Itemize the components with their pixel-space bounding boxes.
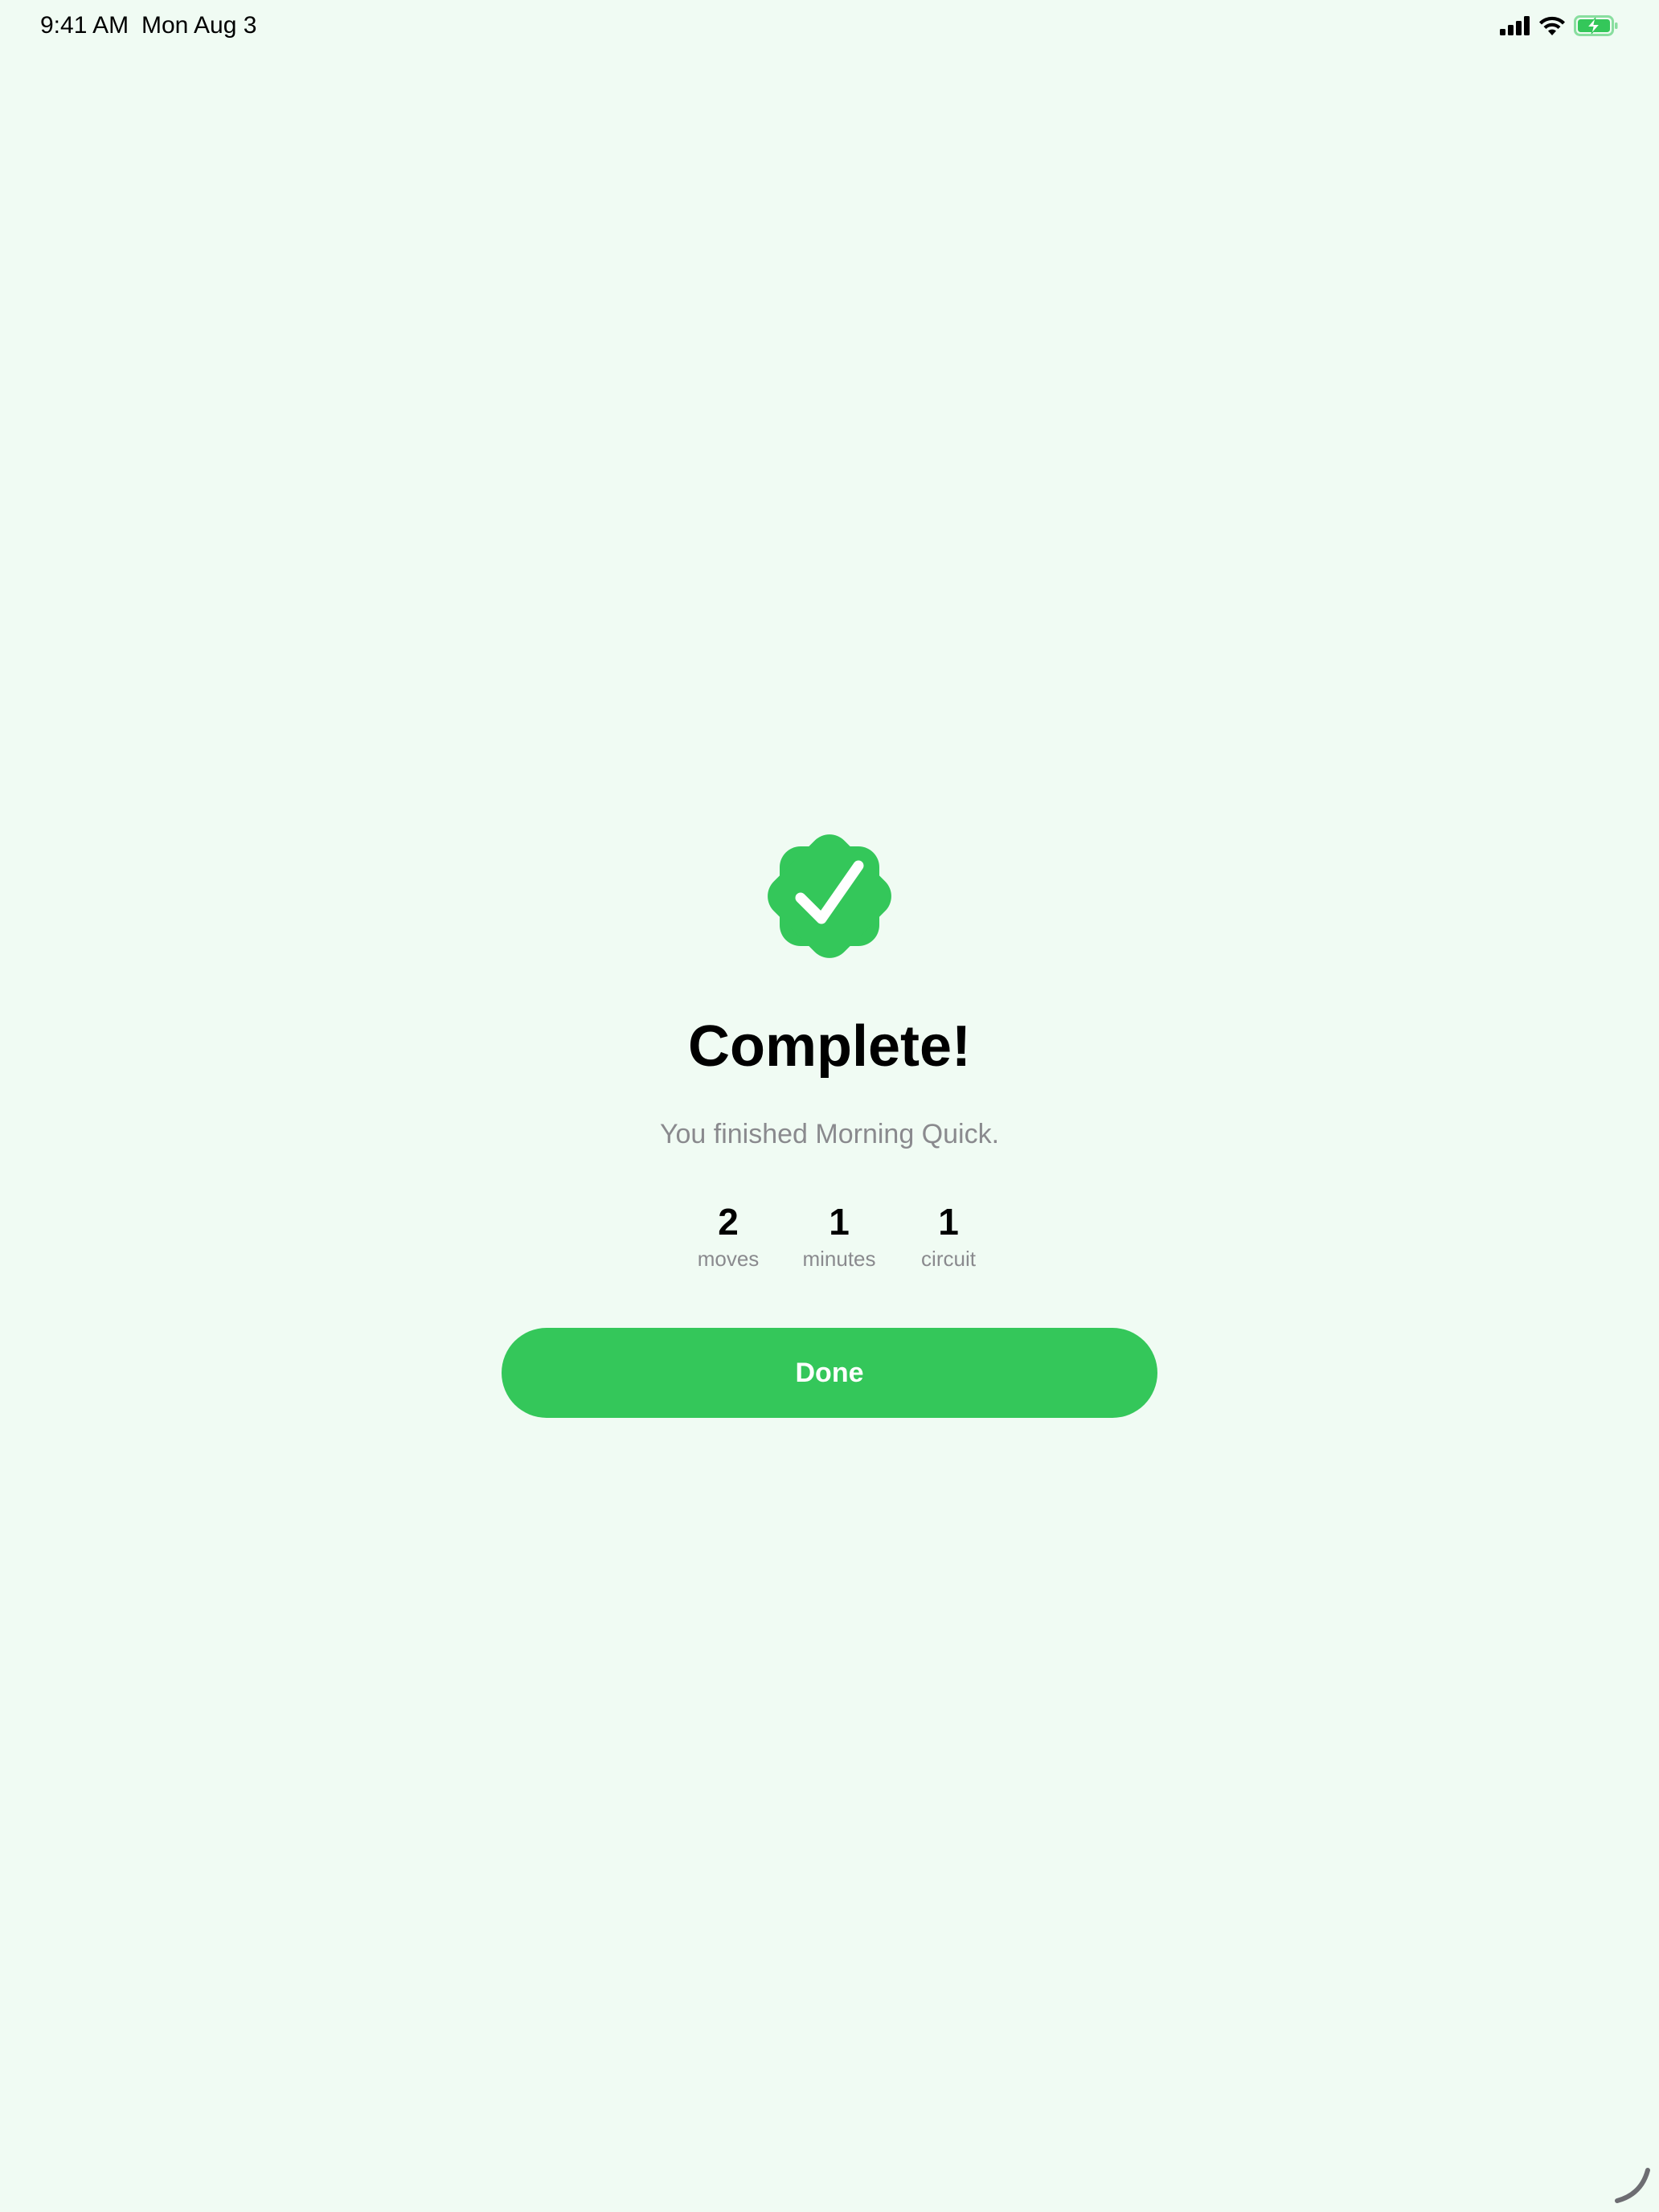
stat-label: minutes [802,1247,876,1271]
done-button[interactable]: Done [502,1328,1157,1418]
stat-moves: 2 moves [672,1199,784,1272]
status-icons [1500,13,1619,39]
workout-stats: 2 moves 1 minutes 1 circuit [669,1199,990,1280]
completion-subtitle: You finished Morning Quick. [659,1119,1000,1149]
checkmark-seal-icon [756,822,903,970]
wifi-icon [1538,15,1566,36]
stat-value: 2 [718,1201,739,1243]
stat-label: circuit [921,1247,976,1271]
stat-circuit: 1 circuit [892,1199,1005,1272]
stat-minutes: 1 minutes [783,1199,895,1272]
stat-label: moves [697,1247,760,1271]
status-bar: 9:41 AM Mon Aug 3 [0,0,1659,51]
completion-title: Complete! [687,1014,972,1079]
battery-charging-icon [1574,15,1619,36]
cellular-signal-icon [1500,16,1530,35]
stat-value: 1 [829,1201,850,1243]
corner-gesture-handle[interactable] [1612,2165,1653,2206]
stat-value: 1 [938,1201,959,1243]
status-date: Mon Aug 3 [141,12,257,39]
status-time: 9:41 AM [40,12,129,39]
